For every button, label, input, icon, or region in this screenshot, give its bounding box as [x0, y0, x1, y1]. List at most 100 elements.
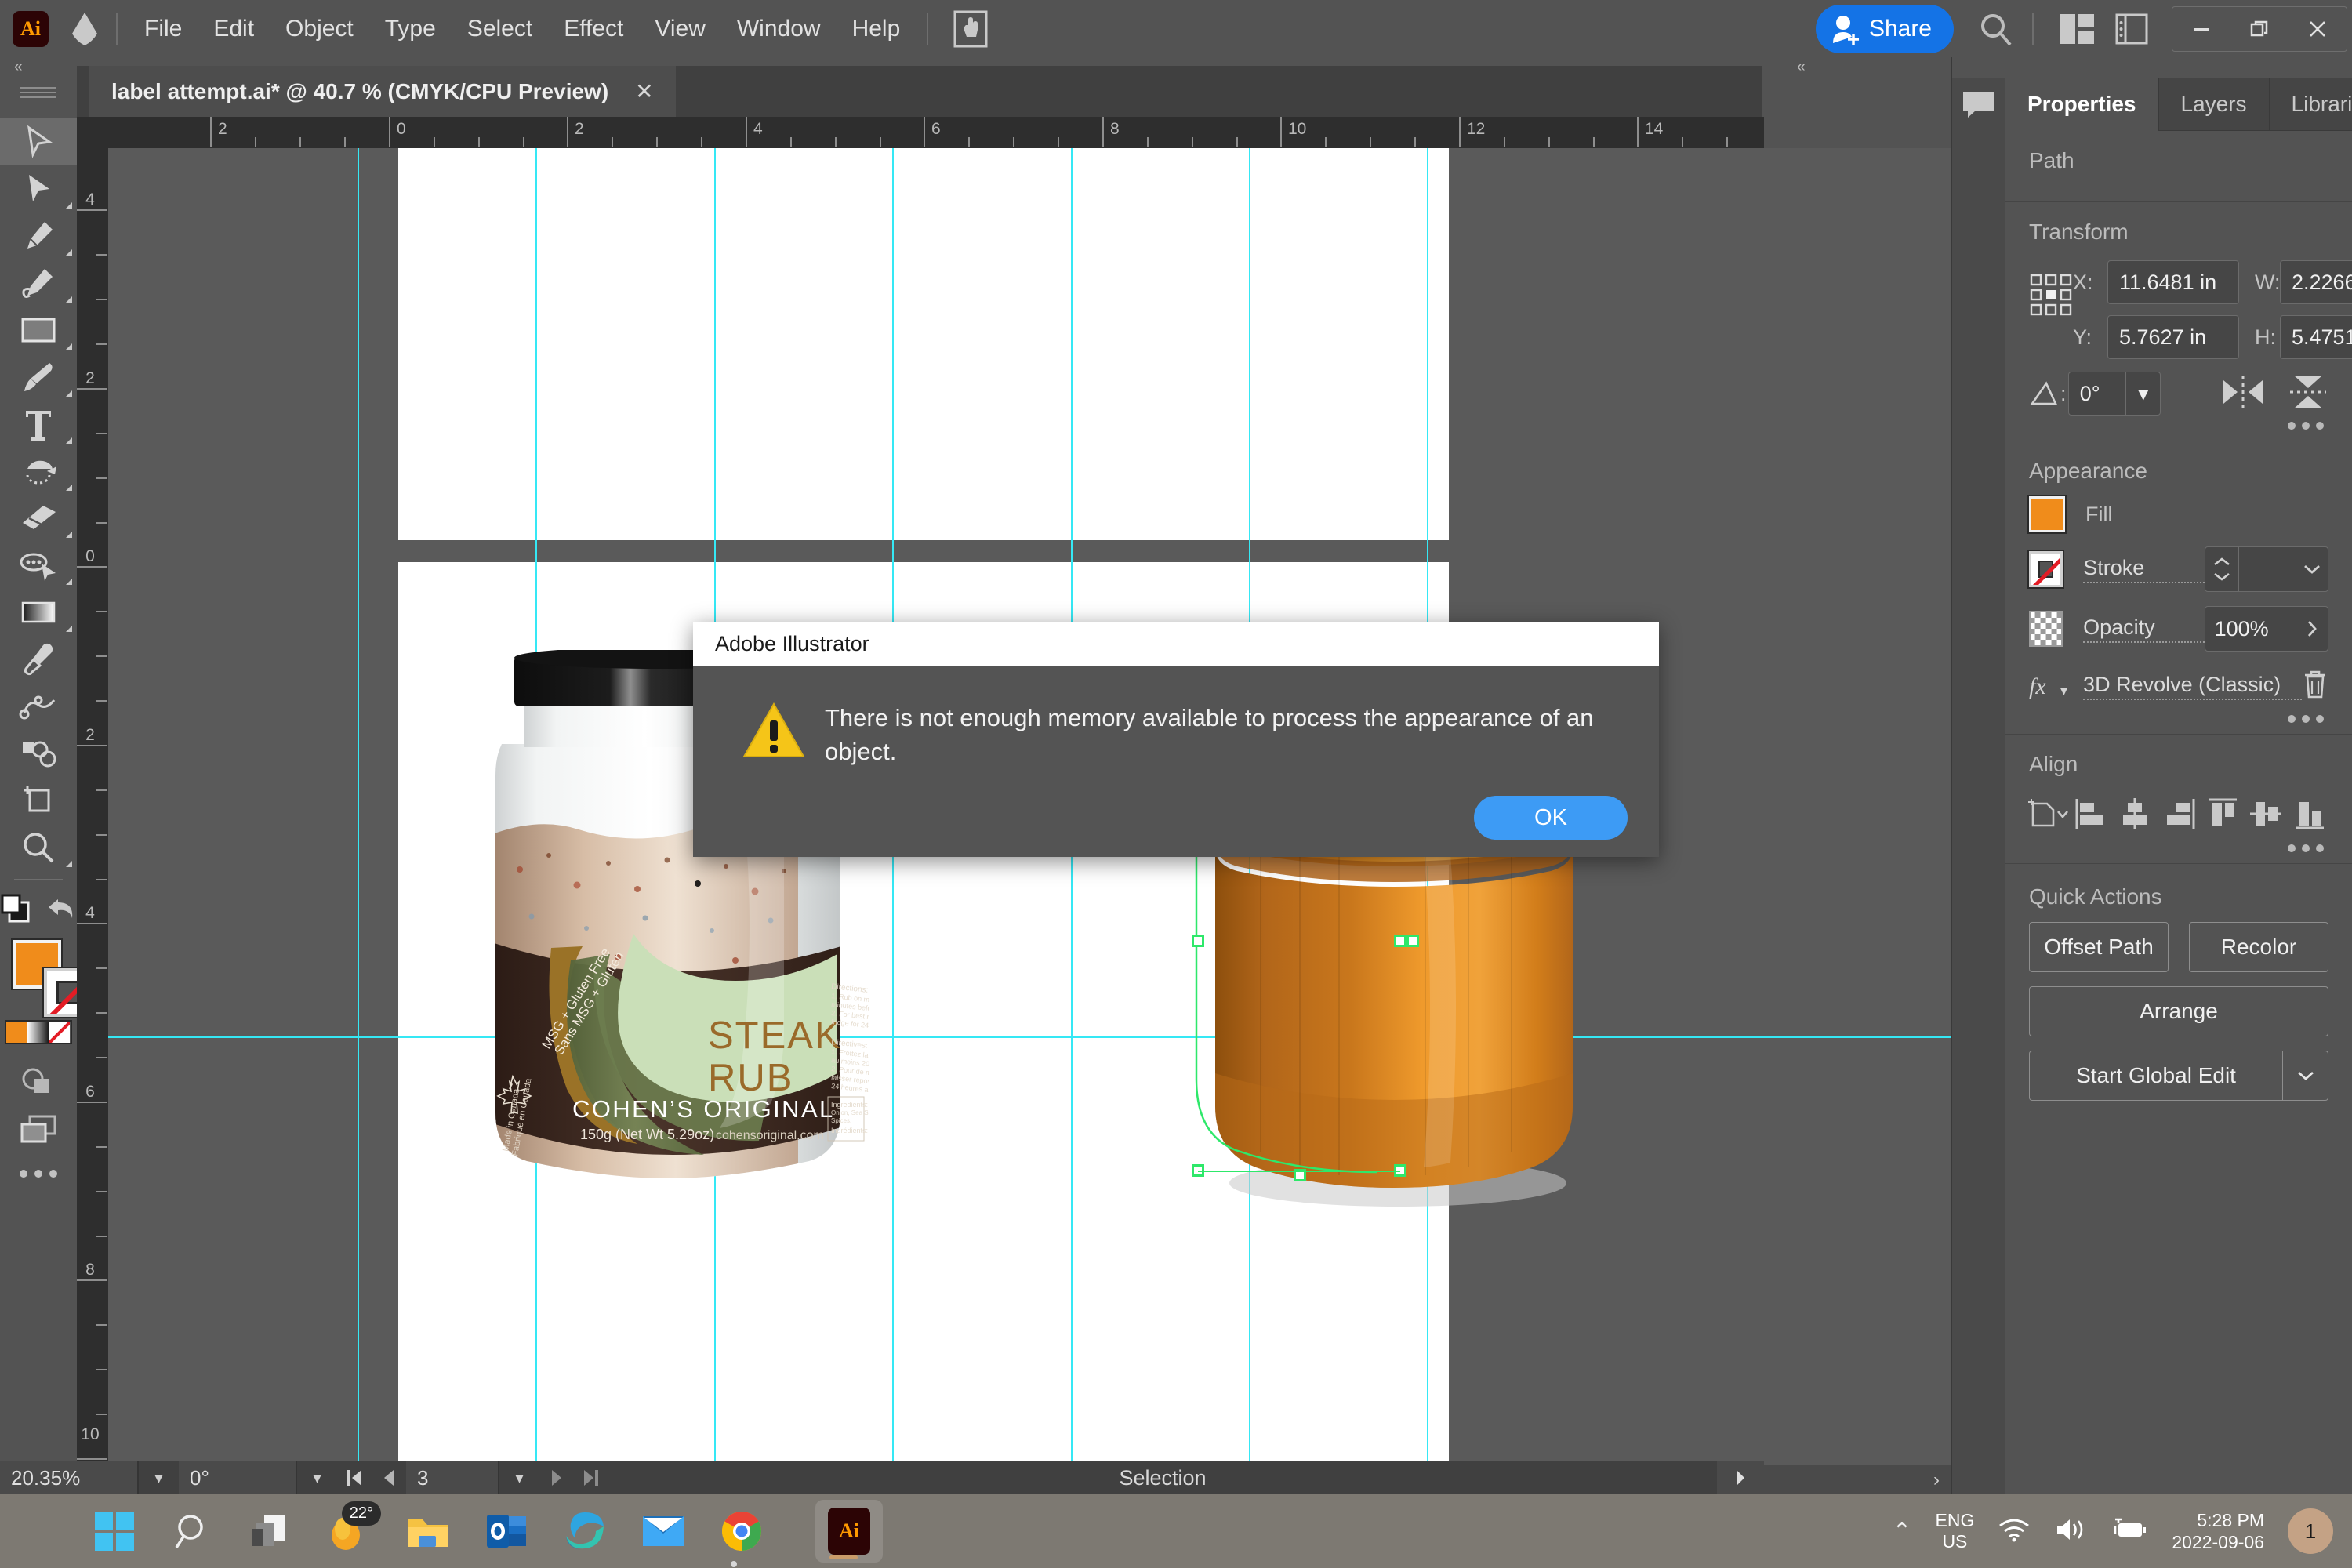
restore-button[interactable] — [2230, 6, 2288, 51]
stroke-weight-dropdown-icon[interactable] — [2296, 547, 2328, 591]
document-tab[interactable]: label attempt.ai* @ 40.7 % (CMYK/CPU Pre… — [89, 66, 676, 117]
search-icon[interactable] — [1971, 4, 2021, 54]
chrome-icon[interactable] — [713, 1503, 770, 1567]
minimize-button[interactable] — [2172, 6, 2230, 51]
angle-input[interactable]: 0° — [2067, 372, 2126, 416]
rotation-field[interactable]: 0° — [179, 1461, 296, 1494]
appearance-more-options[interactable] — [2005, 709, 2352, 723]
rotate-tool[interactable] — [0, 448, 77, 495]
color-mode-none[interactable] — [49, 1022, 70, 1043]
align-more-options[interactable] — [2005, 838, 2352, 852]
previous-artboard-button[interactable] — [372, 1461, 406, 1494]
start-global-edit-button[interactable]: Start Global Edit — [2029, 1051, 2283, 1101]
eraser-tool[interactable] — [0, 495, 77, 542]
illustrator-taskbar-icon[interactable]: Ai — [815, 1500, 883, 1563]
status-expand-button[interactable] — [1717, 1461, 1764, 1494]
menu-view[interactable]: View — [639, 11, 720, 47]
transform-more-options[interactable] — [2005, 416, 2352, 430]
zoom-dropdown-icon[interactable]: ▾ — [138, 1461, 179, 1494]
battery-charging-icon[interactable] — [2111, 1516, 2148, 1547]
align-left-icon[interactable] — [2070, 789, 2114, 838]
menu-window[interactable]: Window — [721, 11, 837, 47]
vertical-ruler[interactable]: 4 2 0 2 4 6 8 10 — [77, 148, 108, 1465]
mail-icon[interactable] — [635, 1503, 691, 1559]
zoom-field[interactable]: 20.35% — [0, 1461, 138, 1494]
fill-color-swatch[interactable] — [2027, 495, 2067, 534]
tab-properties[interactable]: Properties — [2005, 78, 2159, 131]
tab-layers[interactable]: Layers — [2159, 78, 2270, 131]
first-artboard-button[interactable] — [337, 1461, 372, 1494]
dialog-ok-button[interactable]: OK — [1474, 796, 1628, 840]
notification-badge[interactable]: 1 — [2288, 1508, 2333, 1554]
artboard-tool[interactable] — [0, 777, 77, 824]
drawing-modes-icon[interactable] — [0, 893, 33, 928]
fx-dropdown-icon[interactable]: ▾ — [2060, 683, 2067, 699]
change-screen-mode-icon[interactable] — [0, 1105, 77, 1152]
w-input[interactable]: 2.2266 in — [2280, 260, 2352, 304]
arrange-documents-icon[interactable] — [2054, 6, 2100, 52]
last-artboard-button[interactable] — [574, 1461, 608, 1494]
tray-expand-chevron-icon[interactable]: ⌃ — [1892, 1518, 1911, 1545]
align-hcenter-icon[interactable] — [2113, 789, 2157, 838]
menu-select[interactable]: Select — [452, 11, 548, 47]
y-input[interactable]: 5.7627 in — [2107, 315, 2239, 359]
reference-point-grid-icon[interactable] — [2029, 260, 2073, 321]
file-explorer-icon[interactable] — [400, 1503, 456, 1559]
offset-path-button[interactable]: Offset Path — [2029, 922, 2169, 972]
edge-icon[interactable] — [557, 1503, 613, 1559]
selection-tool[interactable] — [0, 118, 77, 165]
selection-anchor[interactable] — [1394, 935, 1406, 947]
pen-tool[interactable] — [0, 212, 77, 260]
gradient-tool[interactable] — [0, 589, 77, 636]
toolbar-collapse-icon[interactable]: « — [14, 59, 23, 76]
undo-icon[interactable] — [45, 895, 77, 927]
align-target-icon[interactable] — [2026, 789, 2070, 838]
scroll-right-icon[interactable]: › — [1933, 1469, 1940, 1491]
color-mode-gradient[interactable] — [27, 1022, 49, 1043]
opacity-input[interactable]: 100% — [2205, 607, 2296, 651]
opacity-options-icon[interactable] — [2296, 607, 2328, 651]
wifi-icon[interactable] — [1998, 1516, 2031, 1547]
panel-collapse-icon[interactable]: « — [1797, 59, 1806, 76]
volume-icon[interactable] — [2054, 1516, 2087, 1547]
start-button[interactable] — [86, 1503, 143, 1559]
share-button[interactable]: Share — [1815, 4, 1954, 53]
weather-widget[interactable]: 22° — [321, 1501, 381, 1559]
shape-builder-tool[interactable] — [0, 542, 77, 589]
artboard-number-field[interactable]: 3 — [406, 1461, 499, 1494]
zoom-tool[interactable] — [0, 824, 77, 871]
selection-anchor[interactable] — [1406, 935, 1419, 947]
document-tab-close-icon[interactable]: ✕ — [635, 78, 653, 104]
tab-libraries[interactable]: Libraries — [2270, 78, 2352, 131]
recolor-button[interactable]: Recolor — [2189, 922, 2328, 972]
screen-mode-icon[interactable] — [0, 1058, 77, 1105]
taskbar-clock[interactable]: 5:28 PM 2022-09-06 — [2172, 1509, 2264, 1553]
angle-dropdown-icon[interactable]: ▾ — [2125, 372, 2161, 416]
outlook-icon[interactable] — [478, 1503, 535, 1559]
type-tool[interactable] — [0, 401, 77, 448]
menu-effect[interactable]: Effect — [548, 11, 639, 47]
menu-type[interactable]: Type — [369, 11, 452, 47]
close-button[interactable] — [2288, 7, 2347, 51]
x-input[interactable]: 11.6481 in — [2107, 260, 2239, 304]
curvature-tool[interactable] — [0, 260, 77, 307]
toolbar-drag-handle[interactable] — [20, 87, 56, 98]
current-tool-label[interactable]: Selection — [608, 1466, 1717, 1490]
align-right-icon[interactable] — [2157, 789, 2201, 838]
rotation-dropdown-icon[interactable]: ▾ — [296, 1461, 337, 1494]
flip-horizontal-icon[interactable] — [2220, 374, 2266, 414]
color-mode-color[interactable] — [6, 1022, 27, 1043]
arrange-button[interactable]: Arrange — [2029, 986, 2328, 1036]
trash-icon[interactable] — [2302, 669, 2328, 704]
align-vcenter-icon[interactable] — [2245, 789, 2288, 838]
task-view-icon[interactable] — [243, 1503, 299, 1559]
global-edit-options-icon[interactable] — [2283, 1051, 2328, 1101]
menu-object[interactable]: Object — [270, 11, 369, 47]
menu-help[interactable]: Help — [837, 11, 916, 47]
menu-file[interactable]: File — [129, 11, 198, 47]
stroke-weight-stepper[interactable] — [2205, 547, 2239, 591]
stroke-color-swatch[interactable] — [2027, 550, 2065, 589]
paintbrush-tool[interactable] — [0, 354, 77, 401]
opacity-checker-swatch[interactable] — [2029, 611, 2063, 647]
effect-name-label[interactable]: 3D Revolve (Classic) — [2083, 673, 2302, 700]
